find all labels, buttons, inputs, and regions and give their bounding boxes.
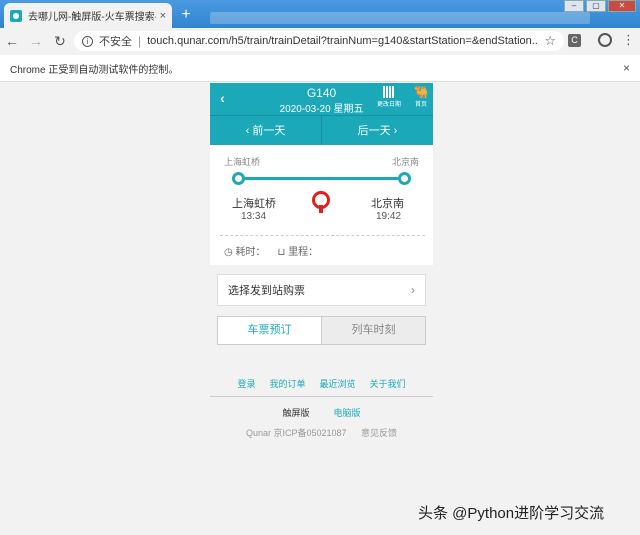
window-close-button[interactable]: ✕ xyxy=(608,0,636,12)
feedback-link[interactable]: 意见反馈 xyxy=(361,428,397,438)
watermark-text: 头条 @Python进阶学习交流 xyxy=(418,505,605,522)
url-text[interactable]: touch.qunar.com/h5/train/trainDetail?tra… xyxy=(147,35,538,47)
page-header: ‹ G140 2020-03-20 星期五 更改日期 🐫 首页 xyxy=(210,83,433,115)
change-date-button[interactable]: 更改日期 xyxy=(374,86,404,108)
select-station-label: 选择发到站购票 xyxy=(228,285,305,297)
touch-version-label: 触屏版 xyxy=(282,408,310,418)
to-station-small: 北京南 xyxy=(391,157,419,167)
info-icon[interactable]: i xyxy=(82,35,93,47)
icp-text: Qunar 京ICP备05021087 xyxy=(245,428,347,438)
route-line xyxy=(238,177,404,180)
departure-time: 13:34 xyxy=(241,211,267,222)
page-footer: Qunar 京ICP备05021087 意见反馈 xyxy=(210,426,433,439)
ruler-icon: ⊔ xyxy=(277,247,286,258)
clock-icon: ◷ xyxy=(224,247,233,258)
recent-views-link[interactable]: 最近浏览 xyxy=(320,377,356,390)
footer-divider xyxy=(210,396,433,397)
footer-links: 登录 我的订单 最近浏览 关于我们 xyxy=(210,377,433,390)
tab-schedule[interactable]: 列车时刻 xyxy=(321,317,425,344)
next-day-label: 后一天 xyxy=(357,125,391,137)
to-dot xyxy=(398,172,411,185)
calendar-icon xyxy=(383,86,395,98)
trip-meta: ◷ 耗时： ⊔ 里程： xyxy=(224,243,318,258)
menu-kebab-icon[interactable]: ⋮ xyxy=(622,32,635,48)
from-station-name: 上海虹桥 xyxy=(232,198,276,210)
distance-label: 里程： xyxy=(288,247,319,258)
route-card: 上海虹桥 北京南 上海虹桥 13:34 北京南 19:42 ◷ 耗时： ⊔ 里程… xyxy=(210,145,433,265)
profile-icon[interactable] xyxy=(598,33,612,47)
next-day-button[interactable]: 后一天 › xyxy=(322,116,433,145)
from-station-small: 上海虹桥 xyxy=(224,157,261,167)
from-dot xyxy=(232,172,245,185)
automation-notice: Chrome 正受到自动测试软件的控制。 xyxy=(10,64,179,76)
maximize-button[interactable]: ▢ xyxy=(586,0,606,12)
distance: ⊔ 里程： xyxy=(278,243,319,258)
about-us-link[interactable]: 关于我们 xyxy=(370,377,406,390)
back-arrow-icon[interactable]: ← xyxy=(0,29,24,53)
new-tab-button[interactable]: + xyxy=(176,6,196,24)
duration: ◷ 耗时： xyxy=(224,243,266,258)
mobile-page: ‹ G140 2020-03-20 星期五 更改日期 🐫 首页 ‹ 前一天 后一… xyxy=(210,83,433,535)
camel-logo-icon: 🐫 xyxy=(413,85,429,99)
home-button[interactable]: 🐫 首页 xyxy=(406,85,436,109)
browser-toolbar: ← → ↻ i 不安全 | touch.qunar.com/h5/train/t… xyxy=(0,28,640,54)
select-station-row[interactable]: 选择发到站购票 › xyxy=(217,274,426,306)
tab-title: 去哪儿网-触屏版-火车票搜索-车 xyxy=(28,12,156,23)
day-navigation: ‹ 前一天 后一天 › xyxy=(210,115,433,145)
my-orders-link[interactable]: 我的订单 xyxy=(269,377,305,390)
ticket-tabs: 车票预订 列车时刻 xyxy=(217,316,426,345)
tab-close-icon[interactable]: × xyxy=(160,10,166,22)
version-switch: 触屏版 电脑版 xyxy=(210,406,433,419)
to-station-name: 北京南 xyxy=(371,198,404,210)
infobar-close-icon[interactable]: × xyxy=(623,61,630,75)
blurred-background xyxy=(210,12,590,24)
forward-arrow-icon[interactable]: → xyxy=(24,29,48,53)
browser-tab-bar: 去哪儿网-触屏版-火车票搜索-车 × + – ▢ ✕ xyxy=(0,0,640,28)
qunar-favicon-icon xyxy=(10,9,22,22)
window-controls: – ▢ ✕ xyxy=(562,0,636,12)
extension-icon[interactable]: C xyxy=(568,34,581,47)
minimize-button[interactable]: – xyxy=(564,0,584,12)
automation-infobar: Chrome 正受到自动测试软件的控制。 × xyxy=(0,55,640,82)
tab-booking[interactable]: 车票预订 xyxy=(218,317,321,344)
insecure-label: 不安全 xyxy=(99,36,132,48)
prev-day-button[interactable]: ‹ 前一天 xyxy=(210,116,322,145)
china-railway-logo-icon xyxy=(312,191,330,213)
chevron-right-icon: › xyxy=(411,283,415,297)
dashed-divider xyxy=(220,235,425,236)
reload-icon[interactable]: ↻ xyxy=(48,29,72,53)
login-link[interactable]: 登录 xyxy=(237,377,255,390)
address-bar[interactable]: i 不安全 | touch.qunar.com/h5/train/trainDe… xyxy=(74,31,564,51)
bookmark-star-icon[interactable]: ☆ xyxy=(544,33,556,49)
home-label: 首页 xyxy=(414,102,427,108)
arrival-time: 19:42 xyxy=(376,211,402,222)
change-date-label: 更改日期 xyxy=(376,102,401,108)
prev-day-label: 前一天 xyxy=(252,125,286,137)
address-separator: | xyxy=(138,34,142,48)
browser-tab[interactable]: 去哪儿网-触屏版-火车票搜索-车 × xyxy=(4,3,172,28)
pc-version-link[interactable]: 电脑版 xyxy=(334,406,361,419)
duration-label: 耗时： xyxy=(235,247,266,258)
